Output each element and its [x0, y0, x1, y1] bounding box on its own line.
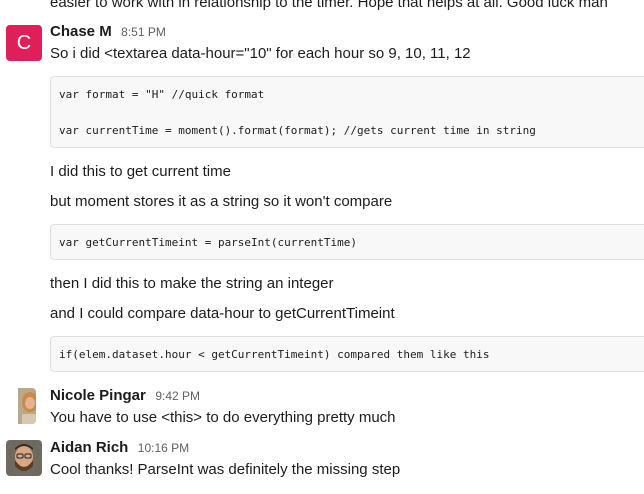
message-text: You have to use <this> to do everything … [50, 409, 396, 426]
timestamp[interactable]: 9:42 PM [155, 389, 200, 403]
timestamp[interactable]: 8:51 PM [121, 25, 166, 39]
message-text: and I could compare data-hour to getCurr… [50, 305, 395, 322]
timestamp[interactable]: 10:16 PM [138, 441, 189, 455]
message-text: I did this to get current time [50, 163, 231, 180]
avatar[interactable] [12, 388, 36, 424]
avatar[interactable] [6, 440, 42, 476]
avatar-letter: C [16, 32, 32, 54]
code-block: var format = "H" //quick format var curr… [50, 76, 644, 148]
message-header: Chase M 8:51 PM [50, 22, 166, 42]
avatar-photo-icon [18, 388, 36, 424]
message-text: Cool thanks! ParseInt was definitely the… [50, 461, 401, 478]
avatar-photo-icon [6, 440, 42, 476]
message-text: So i did <textarea data-hour="10" for ea… [50, 45, 471, 62]
message-header: Aidan Rich 10:16 PM [50, 438, 189, 458]
code-block: var getCurrentTimeint = parseInt(current… [50, 224, 644, 260]
code-block: if(elem.dataset.hour < getCurrentTimeint… [50, 336, 644, 372]
author-name[interactable]: Nicole Pingar [50, 387, 146, 404]
code-line: var currentTime = moment().format(format… [59, 124, 536, 137]
code-line: if(elem.dataset.hour < getCurrentTimeint… [59, 348, 490, 361]
message-header: Nicole Pingar 9:42 PM [50, 386, 200, 406]
avatar[interactable]: C [6, 25, 42, 61]
message-text: but moment stores it as a string so it w… [50, 193, 393, 210]
author-name[interactable]: Chase M [50, 23, 112, 40]
code-line: var format = "H" //quick format [59, 88, 265, 101]
message-text: then I did this to make the string an in… [50, 275, 334, 292]
code-line: var getCurrentTimeint = parseInt(current… [59, 236, 358, 249]
author-name[interactable]: Aidan Rich [50, 439, 128, 456]
previous-message-text: easier to work with in relationship to t… [50, 0, 608, 11]
